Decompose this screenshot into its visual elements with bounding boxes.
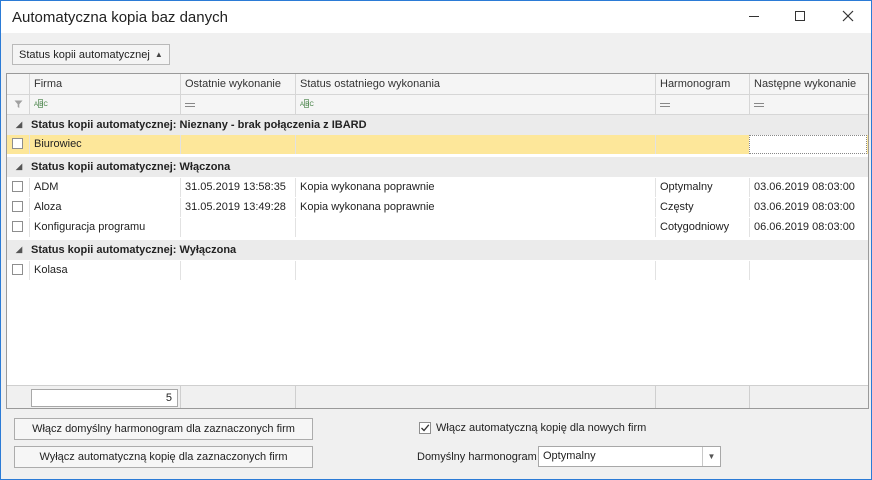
filter-nastepne[interactable]	[749, 95, 868, 114]
row-checkbox[interactable]	[12, 201, 23, 212]
maximize-button[interactable]	[777, 1, 823, 33]
group-row-unknown[interactable]: ◢ Status kopii automatycznej: Nieznany -…	[7, 115, 868, 135]
filter-row: ABC ABC	[7, 95, 868, 115]
row-checkbox[interactable]	[12, 264, 23, 275]
group-button-label: Status kopii automatycznej	[19, 48, 150, 61]
table-row[interactable]: Aloza 31.05.2019 13:49:28 Kopia wykonana…	[7, 198, 868, 217]
default-schedule-select[interactable]: Optymalny ▼	[538, 446, 721, 467]
cell-status	[295, 135, 655, 154]
cell-ostatnie: 31.05.2019 13:49:28	[180, 198, 295, 217]
cell-ostatnie	[180, 218, 295, 237]
companies-grid: Firma Ostatnie wykonanie Status ostatnie…	[6, 73, 869, 409]
row-checkbox[interactable]	[12, 221, 23, 232]
cell-harmonogram: Optymalny	[655, 178, 749, 197]
svg-text:C: C	[310, 102, 315, 108]
cell-status: Kopia wykonana poprawnie	[295, 198, 655, 217]
cell-firma: Konfiguracja programu	[29, 218, 180, 237]
equals-filter-icon	[185, 99, 195, 111]
group-label: Status kopii automatycznej: Nieznany - b…	[31, 119, 367, 131]
table-row[interactable]: ADM 31.05.2019 13:58:35 Kopia wykonana p…	[7, 178, 868, 197]
collapse-triangle-icon[interactable]: ◢	[16, 115, 22, 135]
default-schedule-label: Domyślny harmonogram	[417, 451, 537, 463]
checkmark-icon	[421, 424, 430, 432]
cell-firma: Aloza	[29, 198, 180, 217]
auto-backup-new-firms-checkbox[interactable]	[419, 422, 431, 434]
enable-default-schedule-button[interactable]: Włącz domyślny harmonogram dla zaznaczon…	[14, 418, 313, 440]
cell-harmonogram: Częsty	[655, 198, 749, 217]
row-count-box: 5	[31, 389, 178, 407]
cell-firma: Biurowiec	[29, 135, 180, 154]
svg-text:A: A	[300, 102, 304, 108]
row-checkbox[interactable]	[12, 138, 23, 149]
column-header-harmonogram[interactable]: Harmonogram	[655, 74, 749, 94]
collapse-triangle-icon[interactable]: ◢	[16, 157, 22, 177]
column-header-ostatnie[interactable]: Ostatnie wykonanie	[180, 74, 295, 94]
minimize-icon	[748, 10, 760, 25]
collapse-triangle-icon[interactable]: ◢	[16, 240, 22, 260]
svg-text:A: A	[34, 102, 38, 108]
group-row-enabled[interactable]: ◢ Status kopii automatycznej: Włączona	[7, 157, 868, 177]
column-header-nastepne[interactable]: Następne wykonanie	[749, 74, 868, 94]
row-checkbox[interactable]	[12, 181, 23, 192]
equals-filter-icon	[754, 99, 764, 111]
group-row-disabled[interactable]: ◢ Status kopii automatycznej: Wyłączona	[7, 240, 868, 260]
cell-harmonogram: Cotygodniowy	[655, 218, 749, 237]
cell-ostatnie	[180, 135, 295, 154]
filter-icon[interactable]	[7, 95, 29, 114]
auto-backup-new-firms-label: Włącz automatyczną kopię dla nowych firm	[436, 422, 647, 434]
cell-nastepne: 06.06.2019 08:03:00	[749, 218, 868, 237]
footer-status	[295, 386, 655, 408]
header-checkbox-col	[7, 74, 29, 94]
footer-firma: 5	[7, 386, 180, 408]
cell-status	[295, 261, 655, 280]
cell-status: Kopia wykonana poprawnie	[295, 178, 655, 197]
maximize-icon	[794, 10, 806, 25]
group-label: Status kopii automatycznej: Włączona	[31, 161, 231, 173]
table-row[interactable]: Biurowiec	[7, 135, 868, 154]
backup-window: Automatyczna kopia baz danych Status kop…	[0, 0, 872, 480]
cell-nastepne: 03.06.2019 08:03:00	[749, 198, 868, 217]
disable-auto-backup-button[interactable]: Wyłącz automatyczną kopię dla zaznaczony…	[14, 446, 313, 468]
window-title: Automatyczna kopia baz danych	[12, 9, 228, 26]
text-filter-icon: ABC	[34, 98, 49, 111]
footer-ostatnie	[180, 386, 295, 408]
grid-footer: 5	[7, 385, 868, 408]
table-row[interactable]: Konfiguracja programu Cotygodniowy 06.06…	[7, 218, 868, 237]
equals-filter-icon	[660, 99, 670, 111]
minimize-button[interactable]	[731, 1, 777, 33]
column-header-firma[interactable]: Firma	[29, 74, 180, 94]
triangle-up-icon: ▲	[154, 50, 163, 59]
cell-harmonogram	[655, 135, 749, 154]
close-icon	[842, 10, 854, 25]
footer-harmonogram	[655, 386, 749, 408]
grid-header: Firma Ostatnie wykonanie Status ostatnie…	[7, 74, 868, 95]
cell-status	[295, 218, 655, 237]
cell-firma: Kolasa	[29, 261, 180, 280]
cell-nastepne	[749, 261, 868, 280]
cell-ostatnie: 31.05.2019 13:58:35	[180, 178, 295, 197]
cell-harmonogram	[655, 261, 749, 280]
cell-nastepne	[749, 135, 867, 154]
column-header-status[interactable]: Status ostatniego wykonania	[295, 74, 655, 94]
table-row[interactable]: Kolasa	[7, 261, 868, 280]
cell-nastepne: 03.06.2019 08:03:00	[749, 178, 868, 197]
text-filter-icon: ABC	[300, 98, 315, 111]
close-button[interactable]	[825, 1, 871, 33]
filter-ostatnie[interactable]	[180, 95, 295, 114]
content-area: Status kopii automatycznej ▲ Firma Ostat…	[1, 33, 871, 479]
filter-firma[interactable]: ABC	[29, 95, 180, 114]
default-schedule-value: Optymalny	[543, 450, 596, 462]
cell-firma: ADM	[29, 178, 180, 197]
cell-ostatnie	[180, 261, 295, 280]
group-label: Status kopii automatycznej: Wyłączona	[31, 244, 237, 256]
chevron-down-icon[interactable]: ▼	[702, 447, 720, 466]
svg-text:C: C	[44, 102, 49, 108]
group-by-status-button[interactable]: Status kopii automatycznej ▲	[12, 44, 170, 65]
filter-harmonogram[interactable]	[655, 95, 749, 114]
title-bar: Automatyczna kopia baz danych	[1, 1, 871, 33]
footer-nastepne	[749, 386, 868, 408]
filter-status[interactable]: ABC	[295, 95, 655, 114]
